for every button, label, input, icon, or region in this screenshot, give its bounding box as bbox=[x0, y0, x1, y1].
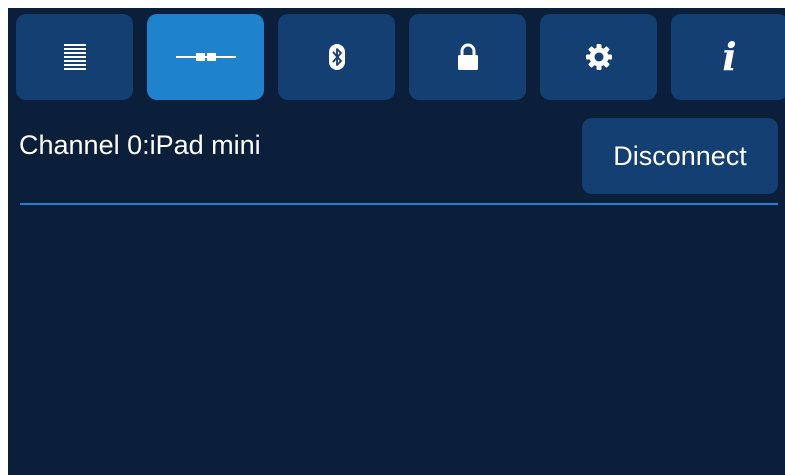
gear-icon bbox=[585, 44, 612, 70]
content-area bbox=[8, 205, 785, 475]
tab-security[interactable] bbox=[409, 14, 526, 100]
connection-icon bbox=[175, 53, 236, 61]
list-icon bbox=[63, 44, 86, 70]
disconnect-button[interactable]: Disconnect bbox=[582, 118, 778, 194]
top-toolbar: i bbox=[16, 14, 785, 102]
tab-log[interactable] bbox=[16, 14, 133, 100]
bluetooth-icon bbox=[328, 44, 345, 70]
channel-label: Channel 0:iPad mini bbox=[19, 130, 261, 160]
tab-connection[interactable] bbox=[147, 14, 264, 100]
tab-settings[interactable] bbox=[540, 14, 657, 100]
app-screen: i Channel 0:iPad mini Disconnect bbox=[8, 8, 785, 475]
tab-bluetooth[interactable] bbox=[278, 14, 395, 100]
info-icon: i bbox=[722, 34, 737, 79]
tab-info[interactable]: i bbox=[671, 14, 785, 100]
lock-icon bbox=[457, 43, 478, 70]
